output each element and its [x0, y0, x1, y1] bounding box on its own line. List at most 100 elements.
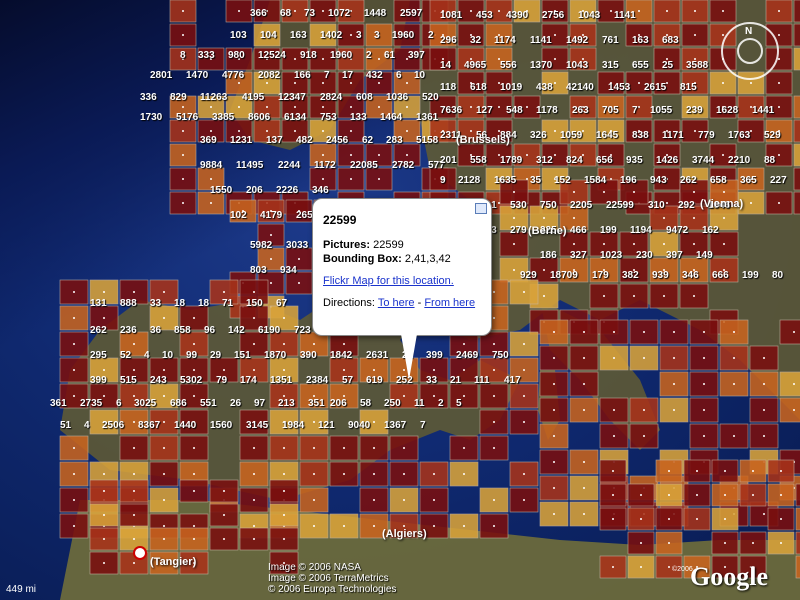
photo-count-label: 199 [600, 225, 617, 236]
cell-center-dot [406, 130, 408, 132]
cell-center-dot [103, 514, 105, 516]
cell-center-dot [724, 518, 726, 520]
photo-count-label: 438 [536, 82, 553, 93]
cell-center-dot [350, 130, 352, 132]
cell-center-dot [133, 369, 135, 371]
photo-count-label: 1426 [656, 155, 679, 166]
photo-count-label: 1072 [328, 8, 351, 19]
compass-inner-ring[interactable] [737, 38, 763, 64]
flickr-link-row: Flickr Map for this location. [323, 275, 483, 287]
photo-count-label: 68 [280, 8, 292, 19]
photo-count-label: 556 [500, 60, 517, 71]
cell-center-dot [210, 202, 212, 204]
cell-center-dot [433, 525, 435, 527]
photo-count-label: 1441 [752, 105, 775, 116]
photo-count-label: 346 [682, 270, 699, 281]
photo-count-label: 7 [420, 420, 426, 431]
photo-count-label: 1560 [210, 420, 233, 431]
cell-center-dot [573, 191, 575, 193]
density-cell[interactable] [779, 319, 800, 345]
cell-center-dot [238, 106, 240, 108]
cell-center-dot [693, 191, 695, 193]
cell-center-dot [583, 487, 585, 489]
photo-count-label: 5176 [176, 112, 199, 123]
density-cell[interactable] [793, 47, 800, 71]
flickr-map-link[interactable]: Flickr Map for this location. [323, 275, 454, 287]
directions-separator: - [417, 297, 422, 309]
cell-center-dot [210, 106, 212, 108]
photo-count-label: 162 [702, 225, 719, 236]
cell-center-dot [322, 82, 324, 84]
photo-count-label: 1043 [578, 10, 601, 21]
photo-count-label: 88 [764, 155, 776, 166]
photo-count-label: 102 [230, 210, 247, 221]
cell-center-dot [193, 490, 195, 492]
photo-count-label: 3744 [692, 155, 715, 166]
density-cell[interactable] [795, 507, 800, 531]
photo-count-label: 369 [200, 135, 217, 146]
cell-center-dot [603, 243, 605, 245]
photo-count-label: 279 [510, 225, 527, 236]
cell-center-dot [406, 106, 408, 108]
photo-count-label: 686 [170, 398, 187, 409]
from-here-link[interactable]: From here [424, 297, 475, 309]
density-cell[interactable] [779, 397, 800, 423]
photo-count-label: 4776 [222, 70, 245, 81]
placemark-icon[interactable] [133, 546, 147, 560]
cell-center-dot [253, 343, 255, 345]
density-cell[interactable] [793, 191, 800, 215]
density-cell[interactable] [793, 167, 800, 191]
photo-count-label: 22599 [606, 200, 634, 211]
density-cell[interactable] [795, 483, 800, 507]
photo-count-label: 1960 [330, 50, 353, 61]
photo-count-label: 2469 [456, 350, 479, 361]
cell-center-dot [253, 317, 255, 319]
photo-count-label: 174 [240, 375, 257, 386]
density-cell[interactable] [795, 531, 800, 555]
cell-center-dot [778, 58, 780, 60]
compass-navigation-control[interactable]: N [721, 22, 779, 80]
cell-center-dot [193, 473, 195, 475]
cell-center-dot [103, 395, 105, 397]
map-view[interactable]: 366 68 73 1072 1448 2597 103 104 163 1402 3 3 1960 2 8… [0, 0, 800, 600]
density-cell[interactable] [793, 0, 800, 23]
photo-count-label: 2824 [320, 92, 343, 103]
cell-center-dot [513, 217, 515, 219]
photo-count-label: 8606 [248, 112, 271, 123]
cell-center-dot [703, 383, 705, 385]
photo-count-label: 482 [296, 135, 313, 146]
cell-center-dot [694, 34, 696, 36]
cell-center-dot [793, 331, 795, 333]
cell-center-dot [223, 514, 225, 516]
cell-center-dot [373, 499, 375, 501]
density-cell[interactable] [793, 143, 800, 167]
cell-center-dot [780, 470, 782, 472]
google-logo: Google [690, 562, 768, 591]
photo-count-label: 137 [266, 135, 283, 146]
density-cell[interactable] [795, 555, 800, 579]
photo-count-label: 655 [632, 60, 649, 71]
photo-count-label: 18709 [550, 270, 578, 281]
cell-center-dot [294, 82, 296, 84]
photo-count-label: 35 [530, 175, 542, 186]
density-cell[interactable] [793, 95, 800, 119]
cell-center-dot [573, 243, 575, 245]
cell-center-dot [182, 10, 184, 12]
cell-center-dot [133, 514, 135, 516]
to-here-link[interactable]: To here [378, 297, 415, 309]
cell-center-dot [553, 331, 555, 333]
cell-center-dot [378, 178, 380, 180]
photo-count-label: 943 [650, 175, 667, 186]
photo-count-label: 51 [60, 420, 72, 431]
density-cell[interactable] [793, 119, 800, 143]
photo-count-label: 1550 [210, 185, 233, 196]
cell-center-dot [238, 82, 240, 84]
cell-center-dot [752, 542, 754, 544]
density-cell[interactable] [779, 371, 800, 397]
cell-center-dot [643, 357, 645, 359]
density-cell[interactable] [793, 23, 800, 47]
cell-center-dot [343, 369, 345, 371]
photo-count-label: 213 [278, 398, 295, 409]
cell-center-dot [582, 130, 584, 132]
photo-count-label: 1019 [500, 82, 523, 93]
